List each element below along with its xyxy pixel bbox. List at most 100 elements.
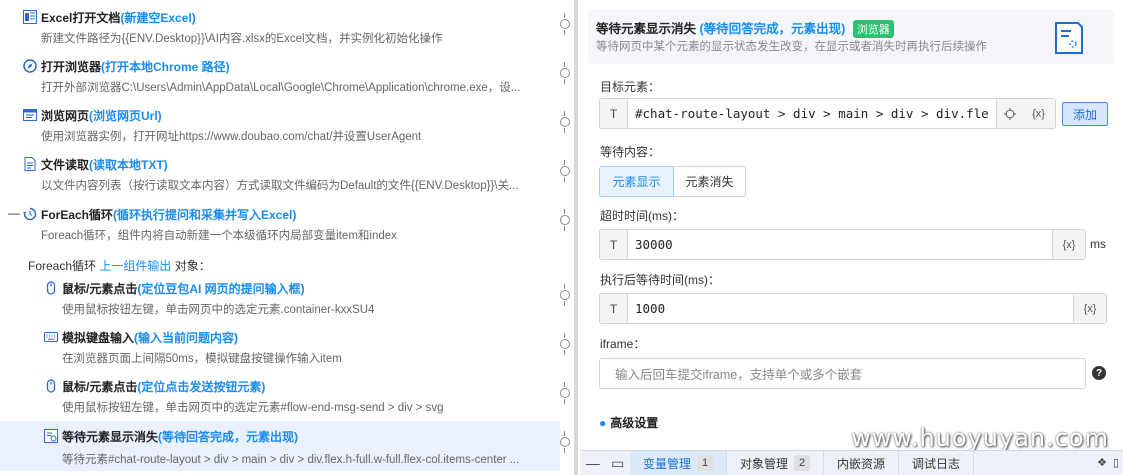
wait-element-icon: [1054, 22, 1084, 54]
keyboard-icon: [43, 330, 58, 345]
file-read-icon: [22, 157, 37, 172]
tab-embedded-resources[interactable]: 内嵌资源: [824, 450, 900, 475]
step-connector[interactable]: [560, 13, 570, 35]
bullet-icon: ●: [599, 416, 607, 430]
element-show-option[interactable]: 元素显示: [599, 166, 674, 197]
advanced-settings-toggle[interactable]: ● 高级设置: [599, 414, 658, 431]
after-wait-field[interactable]: T 1000 {x}: [599, 293, 1107, 324]
iframe-input[interactable]: 输入后回车提交iframe，支持单个或多个嵌套: [599, 358, 1086, 389]
step-description: 打开外部浏览器C:\Users\Admin\AppData\Local\Goog…: [41, 82, 521, 94]
flow-step[interactable]: Excel打开文档 (新建空Excel) 新建文件路径为{{ENV.Desktop…: [0, 8, 560, 56]
step-subtitle: (定位点击发送按钮元素): [137, 379, 266, 394]
step-name: 打开浏览器: [41, 59, 102, 74]
add-button[interactable]: 添加: [1062, 102, 1108, 126]
target-element-value[interactable]: #chat-route-layout > div > main > div > …: [628, 99, 996, 128]
foreach-prefix: Foreach循环: [28, 259, 100, 273]
step-connector[interactable]: [560, 209, 570, 231]
step-name: ForEach循环: [41, 207, 114, 222]
flow-step[interactable]: 鼠标/元素点击 (定位豆包AI 网页的提问输入框) 使用鼠标按钮左键，单击网页中的…: [0, 279, 560, 327]
step-subtitle: (定位豆包AI 网页的提问输入框): [137, 281, 305, 296]
variable-insert-button[interactable]: {x}: [1073, 294, 1106, 323]
advanced-settings-label: 高级设置: [610, 416, 659, 430]
step-connector[interactable]: [560, 382, 570, 404]
after-wait-value[interactable]: 1000: [628, 294, 1073, 323]
tab-variables[interactable]: 变量管理 1: [630, 450, 728, 475]
restore-icon[interactable]: ▭: [611, 455, 624, 472]
timeout-value[interactable]: 30000: [628, 230, 1052, 259]
ms-unit: ms: [1090, 237, 1106, 251]
crosshair-icon[interactable]: [996, 99, 1022, 128]
step-name: 浏览网页: [41, 108, 90, 123]
step-description: 在浏览器页面上间隔50ms，模拟键盘按键操作输入item: [62, 353, 342, 365]
step-description: 使用浏览器实例，打开网址https://www.doubao.com/chat/…: [41, 131, 422, 143]
step-subtitle: (打开本地Chrome 路径): [101, 59, 230, 74]
foreach-suffix: 对象：: [171, 259, 211, 273]
mouse-icon: [43, 281, 58, 296]
help-icon[interactable]: ?: [1092, 366, 1106, 380]
step-name: 鼠标/元素点击: [62, 281, 138, 296]
step-description: Foreach循环，组件内将自动新建一个本级循环内局部变量item和index: [41, 230, 397, 242]
element-hide-option[interactable]: 元素消失: [674, 166, 746, 197]
tab-debug-log[interactable]: 调试日志: [899, 450, 975, 475]
tab-label: 内嵌资源: [837, 456, 886, 471]
step-subtitle: (循环执行提问和采集并写入Excel): [113, 207, 297, 222]
text-type-toggle[interactable]: T: [600, 294, 628, 323]
target-element-field[interactable]: T #chat-route-layout > div > main > div …: [599, 98, 1056, 129]
step-name: 鼠标/元素点击: [62, 379, 138, 394]
tab-label: 调试日志: [912, 456, 961, 471]
tab-objects[interactable]: 对象管理 2: [727, 450, 825, 475]
properties-header: 等待元素显示消失 (等待回答完成，元素出现) 浏览器 等待网页中某个元素的显示状…: [588, 10, 1114, 64]
minimize-icon[interactable]: —: [586, 455, 600, 471]
flow-step-selected[interactable]: 等待元素显示消失 (等待回答完成，元素出现) 等待元素#chat-route-la…: [0, 421, 560, 471]
flow-step[interactable]: 模拟键盘输入 (输入当前问题内容) 在浏览器页面上间隔50ms，模拟键盘按键操作输…: [0, 328, 560, 376]
step-connector[interactable]: [560, 333, 570, 355]
watermark: www.huoyuyan.com: [851, 424, 1109, 452]
step-description: 新建文件路径为{{ENV.Desktop}}\AI内容.xlsx的Excel文档…: [41, 33, 443, 45]
tab-count: 1: [697, 455, 714, 471]
wait-content-segmented: 元素显示 元素消失: [599, 166, 746, 197]
app-root: Excel打开文档 (新建空Excel) 新建文件路径为{{ENV.Desktop…: [0, 0, 1123, 475]
step-description: 使用鼠标按钮左键，单击网页中的选定元素#flow-end-msg-send > …: [62, 402, 444, 414]
browser-window-icon: [22, 108, 37, 123]
step-connector[interactable]: [560, 62, 570, 84]
step-name: Excel打开文档: [41, 10, 121, 25]
variable-insert-button[interactable]: {x}: [1052, 230, 1085, 259]
timeout-field[interactable]: T 30000 {x}: [599, 229, 1086, 260]
step-connector[interactable]: [560, 431, 570, 453]
text-type-toggle[interactable]: T: [600, 99, 628, 128]
windows-icon[interactable]: ❖: [1097, 456, 1107, 469]
flow-step-list: Excel打开文档 (新建空Excel) 新建文件路径为{{ENV.Desktop…: [0, 0, 578, 475]
step-subtitle: (新建空Excel): [120, 10, 196, 25]
target-element-label: 目标元素：: [600, 80, 661, 94]
step-description: 以文件内容列表（按行读取文本内容）方式读取文件编码为Default的文件{{EN…: [41, 180, 519, 192]
tab-label: 变量管理: [643, 456, 692, 471]
flow-step[interactable]: 鼠标/元素点击 (定位点击发送按钮元素) 使用鼠标按钮左键，单击网页中的选定元素#…: [0, 377, 560, 425]
flow-step[interactable]: ForEach循环 (循环执行提问和采集并写入Excel) Foreach循环，…: [0, 205, 560, 253]
phone-icon[interactable]: ▯: [1113, 456, 1119, 469]
step-connector[interactable]: [560, 284, 570, 306]
properties-panel: 等待元素显示消失 (等待回答完成，元素出现) 浏览器 等待网页中某个元素的显示状…: [580, 0, 1123, 475]
properties-subtitle: (等待回答完成，元素出现): [696, 22, 846, 36]
panel-splitter[interactable]: [574, 0, 578, 475]
variable-insert-button[interactable]: {x}: [1022, 99, 1055, 128]
flow-step[interactable]: 文件读取 (读取本地TXT) 以文件内容列表（按行读取文本内容）方式读取文件编码为…: [0, 155, 560, 203]
bottom-panel-bar: — ▭ 变量管理 1 对象管理 2 内嵌资源 调试日志: [580, 450, 1123, 475]
text-type-toggle[interactable]: T: [600, 230, 628, 259]
flow-step[interactable]: 打开浏览器 (打开本地Chrome 路径) 打开外部浏览器C:\Users\Adm…: [0, 57, 560, 105]
step-name: 文件读取: [41, 157, 90, 172]
step-connector[interactable]: [560, 160, 570, 182]
properties-description: 等待网页中某个元素的显示状态发生改变，在显示或者消失时再执行后续操作: [596, 41, 987, 53]
step-subtitle: (浏览网页Url): [89, 108, 162, 123]
mouse-icon: [43, 379, 58, 394]
step-description: 等待元素#chat-route-layout > div > main > di…: [62, 454, 520, 466]
step-name: 模拟键盘输入: [62, 330, 135, 345]
foreach-source-link[interactable]: 上一组件输出: [99, 259, 171, 273]
loop-icon: [22, 207, 37, 222]
wait-element-icon: [43, 429, 58, 444]
step-subtitle: (等待回答完成，元素出现): [158, 429, 299, 444]
iframe-label: iframe：: [600, 337, 646, 351]
flow-step[interactable]: 浏览网页 (浏览网页Url) 使用浏览器实例，打开网址https://www.do…: [0, 106, 560, 154]
step-connector[interactable]: [560, 111, 570, 133]
compass-icon: [22, 59, 37, 74]
step-subtitle: (读取本地TXT): [89, 157, 168, 172]
